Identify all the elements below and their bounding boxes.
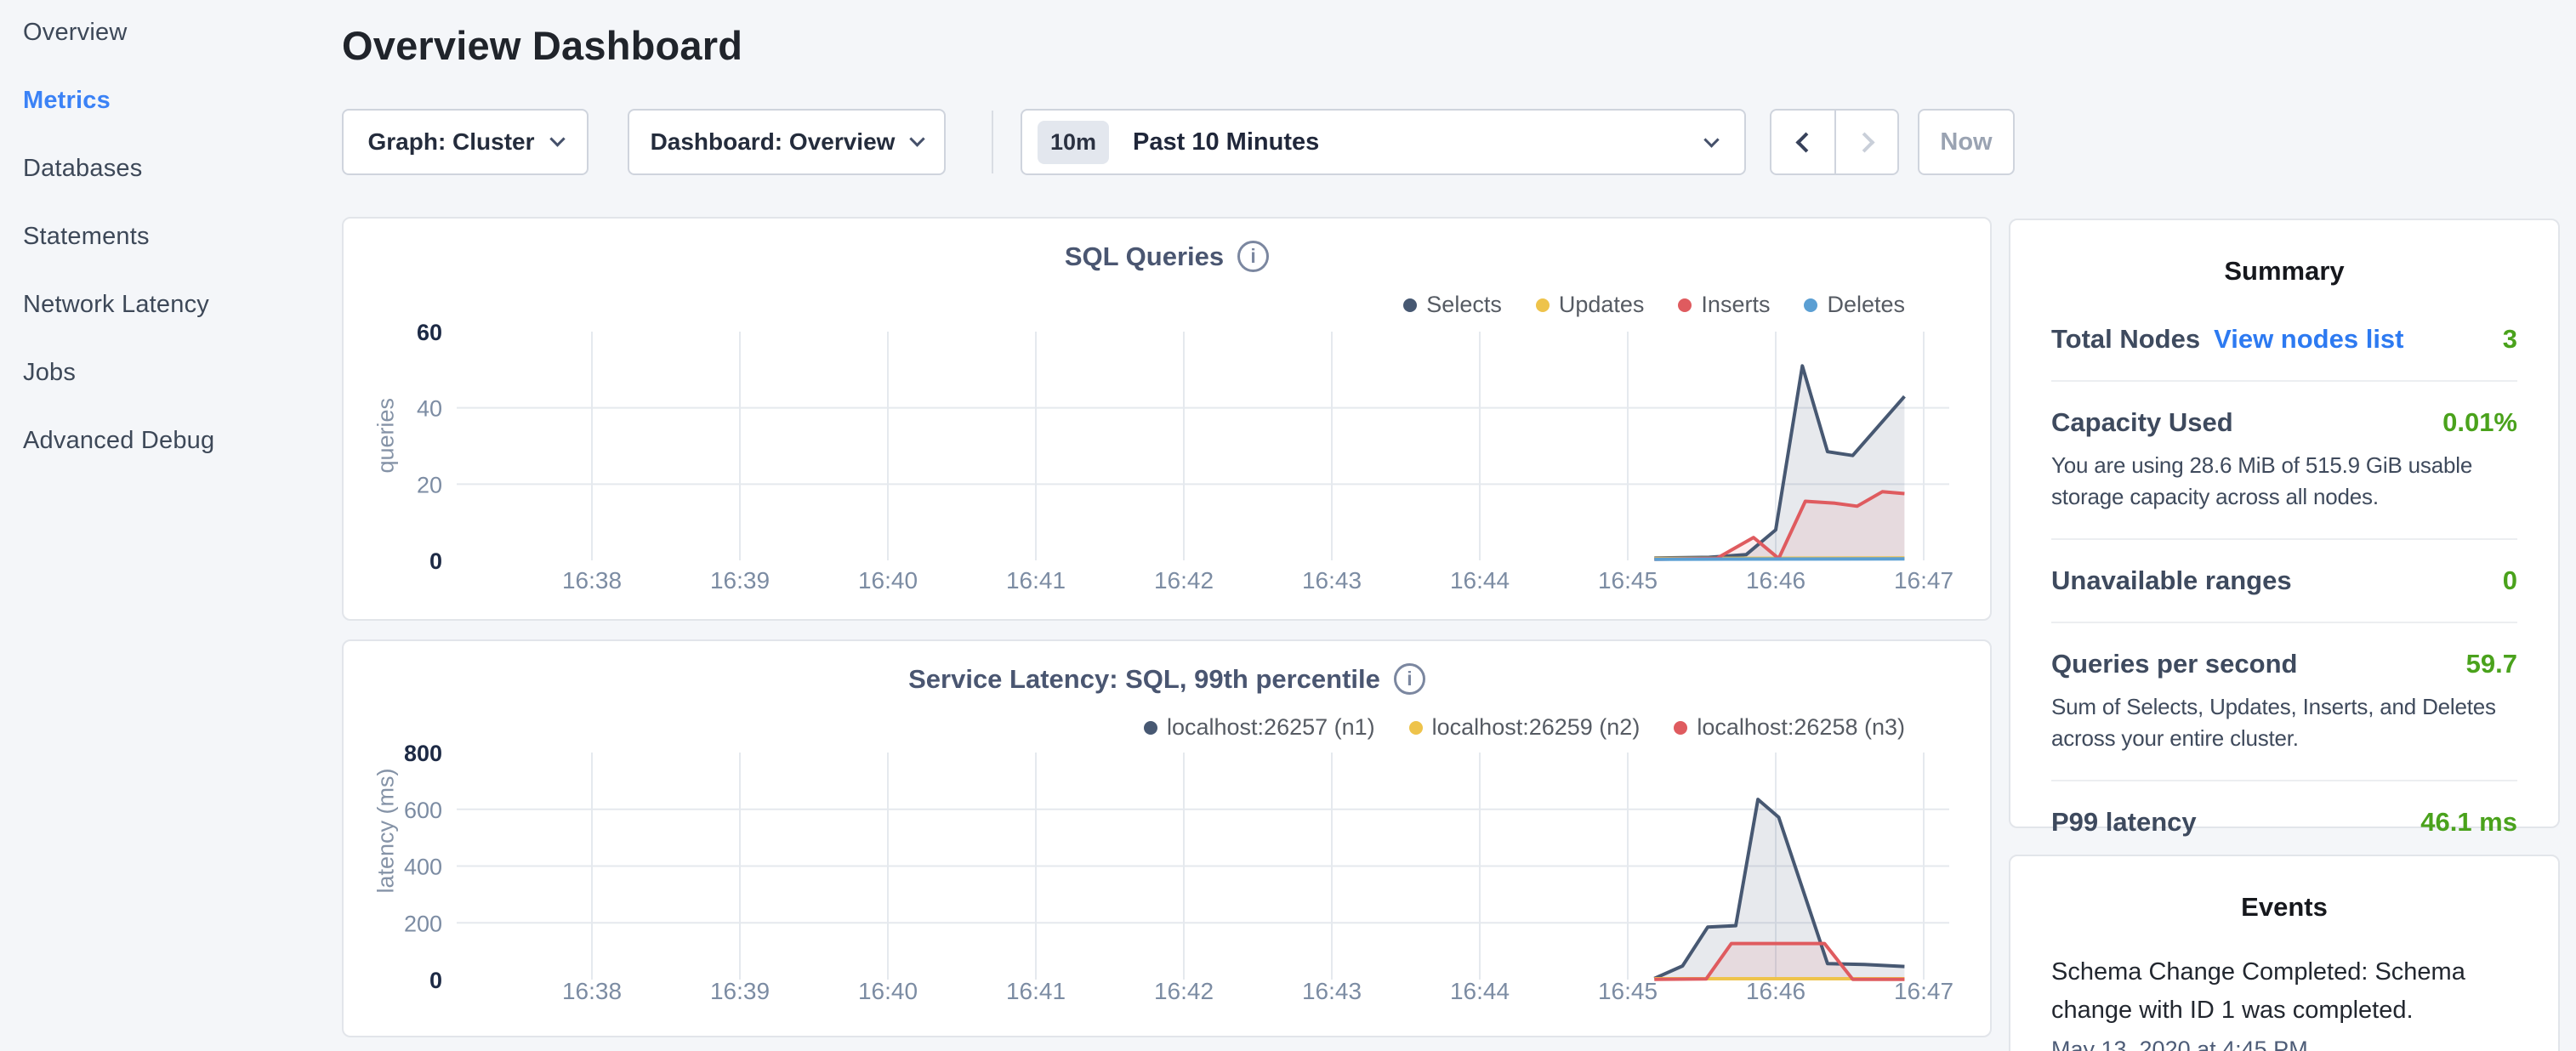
summary-row-p99-latency: P99 latency 46.1 ms [2051, 780, 2517, 863]
svg-text:16:38: 16:38 [562, 978, 622, 1004]
svg-text:800: 800 [404, 741, 442, 766]
svg-text:16:39: 16:39 [710, 567, 770, 594]
svg-text:16:47: 16:47 [1894, 567, 1953, 594]
time-range-label: Past 10 Minutes [1133, 128, 1319, 156]
svg-text:16:43: 16:43 [1302, 567, 1362, 594]
svg-text:16:40: 16:40 [858, 567, 918, 594]
svg-text:16:42: 16:42 [1154, 567, 1214, 594]
page-title: Overview Dashboard [342, 22, 742, 69]
now-button: Now [1918, 109, 2015, 175]
summary-row-line: Unavailable ranges 0 [2051, 565, 2517, 596]
summary-value: 0.01% [2442, 407, 2517, 438]
sidebar-item-jobs[interactable]: Jobs [23, 359, 76, 387]
summary-row-line: Total Nodes View nodes list 3 [2051, 324, 2517, 355]
svg-text:40: 40 [417, 396, 442, 422]
svg-text:16:47: 16:47 [1894, 978, 1953, 1004]
prev-button[interactable] [1771, 111, 1834, 173]
sidebar-item-network-latency[interactable]: Network Latency [23, 291, 209, 319]
summary-row-line: P99 latency 46.1 ms [2051, 807, 2517, 838]
svg-text:16:43: 16:43 [1302, 978, 1362, 1004]
summary-row-queries-per-second: Queries per second 59.7 Sum of Selects, Up… [2051, 622, 2517, 780]
summary-value: 0 [2503, 565, 2517, 596]
graph-dropdown-label: Graph: Cluster [367, 128, 534, 156]
events-card: Events Schema Change Completed: Schema c… [2009, 855, 2560, 1051]
summary-label: P99 latency [2051, 807, 2197, 838]
sql-queries-chart-card: SQL QueriesiSelectsUpdatesInsertsDeletes… [342, 217, 1992, 621]
summary-row-capacity-used: Capacity Used 0.01% You are using 28.6 MiB… [2051, 380, 2517, 538]
events-title: Events [2010, 892, 2558, 923]
event-time: May 13, 2020 at 4:45 PM [2051, 1037, 2517, 1051]
sidebar: Overview Metrics Databases Statements Networ… [0, 0, 340, 1051]
svg-text:16:44: 16:44 [1450, 978, 1510, 1004]
summary-label: Total Nodes [2051, 324, 2200, 355]
event-text: Schema Change Completed: Schema change w… [2051, 953, 2517, 1030]
sidebar-item-metrics[interactable]: Metrics [23, 87, 111, 115]
time-nav-group [1770, 109, 1899, 175]
svg-text:16:38: 16:38 [562, 567, 622, 594]
svg-text:60: 60 [417, 320, 442, 345]
sidebar-item-overview[interactable]: Overview [23, 19, 127, 47]
chevron-right-icon [1854, 132, 1874, 152]
dashboard-dropdown-label: Dashboard: Overview [651, 128, 896, 156]
chart-plot-area[interactable]: 16:38 16:39 16:40 16:41 16:42 16:43 16:44 16:45… [344, 641, 1993, 1039]
sidebar-item-advanced-debug[interactable]: Advanced Debug [23, 427, 214, 455]
svg-text:16:41: 16:41 [1006, 978, 1066, 1004]
summary-title: Summary [2010, 256, 2558, 287]
svg-text:16:45: 16:45 [1598, 567, 1658, 594]
summary-value: 46.1 ms [2420, 807, 2517, 838]
summary-label: Queries per second [2051, 649, 2297, 679]
next-button [1834, 111, 1897, 173]
summary-label: Unavailable ranges [2051, 565, 2292, 596]
time-range-selector[interactable]: 10m Past 10 Minutes [1021, 109, 1746, 175]
svg-text:16:40: 16:40 [858, 978, 918, 1004]
svg-text:0: 0 [429, 968, 442, 993]
summary-link-view-nodes-list[interactable]: View nodes list [2214, 324, 2403, 355]
toolbar-divider [992, 111, 993, 173]
svg-text:16:42: 16:42 [1154, 978, 1214, 1004]
svg-text:16:41: 16:41 [1006, 567, 1066, 594]
summary-desc: Sum of Selects, Updates, Inserts, and De… [2051, 691, 2517, 754]
graph-dropdown[interactable]: Graph: Cluster [342, 109, 589, 175]
summary-row-unavailable-ranges: Unavailable ranges 0 [2051, 538, 2517, 622]
svg-text:20: 20 [417, 472, 442, 497]
summary-row-line: Capacity Used 0.01% [2051, 407, 2517, 438]
svg-text:0: 0 [429, 548, 442, 574]
svg-text:600: 600 [404, 798, 442, 823]
svg-text:16:39: 16:39 [710, 978, 770, 1004]
event-item: Schema Change Completed: Schema change w… [2051, 953, 2517, 1051]
time-range-badge: 10m [1038, 121, 1109, 164]
svg-text:16:46: 16:46 [1746, 567, 1805, 594]
summary-desc: You are using 28.6 MiB of 515.9 GiB usab… [2051, 450, 2517, 513]
svg-text:16:44: 16:44 [1450, 567, 1510, 594]
sidebar-item-statements[interactable]: Statements [23, 223, 150, 251]
sidebar-item-databases[interactable]: Databases [23, 155, 142, 183]
svg-text:16:46: 16:46 [1746, 978, 1805, 1004]
chart-plot-area[interactable]: 16:38 16:39 16:40 16:41 16:42 16:43 16:44 16:45… [344, 219, 1993, 622]
summary-row-total-nodes: Total Nodes View nodes list 3 [2051, 298, 2517, 380]
service-latency-chart-card: Service Latency: SQL, 99th percentileilo… [342, 639, 1992, 1037]
summary-value: 3 [2503, 324, 2517, 355]
chevron-left-icon [1795, 132, 1816, 152]
svg-text:400: 400 [404, 855, 442, 880]
svg-text:200: 200 [404, 911, 442, 936]
summary-value: 59.7 [2466, 649, 2517, 679]
chevron-down-icon [1703, 132, 1719, 147]
chevron-down-icon [910, 131, 925, 146]
summary-label: Capacity Used [2051, 407, 2233, 438]
summary-row-line: Queries per second 59.7 [2051, 649, 2517, 679]
svg-text:16:45: 16:45 [1598, 978, 1658, 1004]
dashboard-dropdown[interactable]: Dashboard: Overview [628, 109, 946, 175]
summary-card: Summary Total Nodes View nodes list 3 Capac… [2009, 219, 2560, 828]
chevron-down-icon [549, 131, 565, 146]
